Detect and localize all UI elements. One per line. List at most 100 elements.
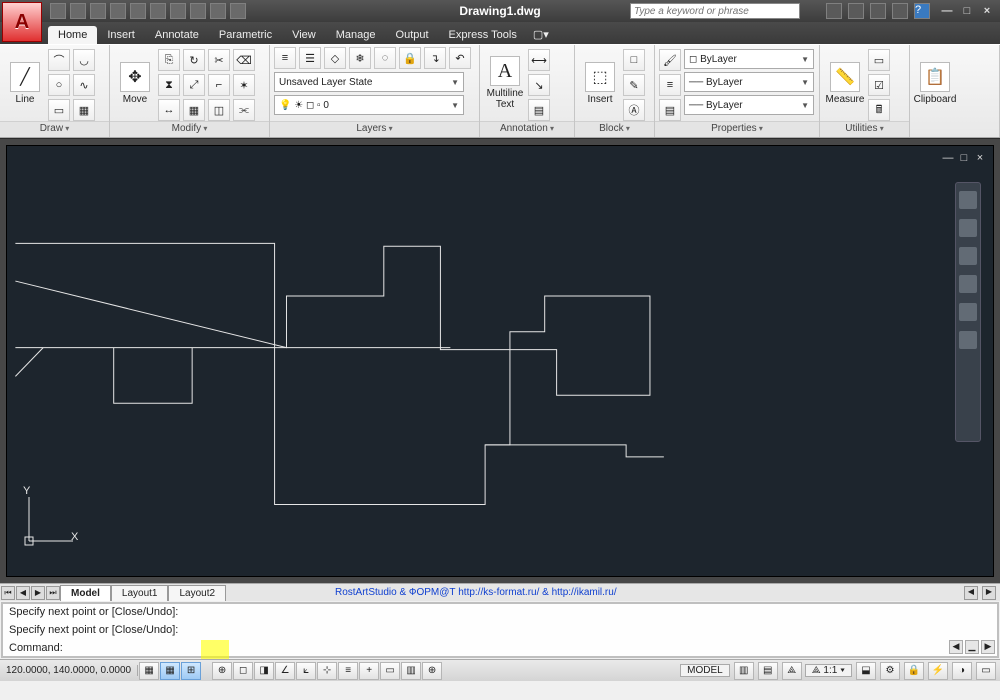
polyline-icon[interactable]: ⌒ (48, 49, 70, 71)
qat-more-icon[interactable] (230, 3, 246, 19)
qat-save-icon[interactable] (90, 3, 106, 19)
sc-toggle[interactable]: ▥ (401, 662, 421, 680)
qat-plot-icon[interactable] (170, 3, 186, 19)
offset-icon[interactable]: ◫ (208, 99, 230, 121)
annovis-icon[interactable]: ⬓ (856, 662, 876, 680)
panel-utilities-title[interactable]: Utilities (820, 121, 909, 137)
cmd-scroll-left-icon[interactable]: ◀ (949, 640, 963, 654)
mirror-icon[interactable]: ⧗ (158, 74, 180, 96)
layer-off-icon[interactable]: ◌ (374, 47, 396, 69)
qat-open-icon[interactable] (70, 3, 86, 19)
exchange-icon[interactable] (870, 3, 886, 19)
insert-button[interactable]: ⬚ Insert (579, 47, 621, 119)
dim-linear-icon[interactable]: ⟷ (528, 49, 550, 71)
tab-view[interactable]: View (282, 26, 326, 44)
prop-palette-icon[interactable]: ▤ (659, 99, 681, 121)
maximize-button[interactable]: □ (958, 5, 976, 17)
list-icon[interactable]: ≡ (659, 74, 681, 96)
search-input[interactable] (630, 3, 800, 19)
create-block-icon[interactable]: □ (623, 49, 645, 71)
match-prop-icon[interactable]: 🖌 (659, 49, 681, 71)
rotate-icon[interactable]: ↻ (183, 49, 205, 71)
color-dropdown[interactable]: ◻ ByLayer▼ (684, 49, 814, 69)
lwt-toggle[interactable]: ≡ (338, 662, 358, 680)
cleanscreen-icon[interactable]: ▭ (976, 662, 996, 680)
layer-match-icon[interactable]: ↴ (424, 47, 446, 69)
subscription-icon[interactable] (848, 3, 864, 19)
circle-icon[interactable]: ○ (48, 74, 70, 96)
panel-layers-title[interactable]: Layers (270, 121, 479, 137)
command-window[interactable]: Specify next point or [Close/Undo]: Spec… (1, 602, 999, 658)
tab-annotate[interactable]: Annotate (145, 26, 209, 44)
tab-parametric[interactable]: Parametric (209, 26, 282, 44)
coordinates-readout[interactable]: 120.0000, 140.0000, 0.0000 (0, 665, 138, 676)
toolbar-lock-icon[interactable]: 🔒 (904, 662, 924, 680)
tab-home[interactable]: Home (48, 26, 97, 44)
panel-annotation-title[interactable]: Annotation (480, 121, 574, 137)
linetype-dropdown[interactable]: ── ByLayer▼ (684, 72, 814, 92)
spline-icon[interactable]: ∿ (73, 74, 95, 96)
mtext-button[interactable]: A Multiline Text (484, 47, 526, 119)
calc-icon[interactable]: 🖩 (868, 99, 890, 121)
layer-state-dropdown[interactable]: Unsaved Layer State▼ (274, 72, 464, 92)
close-button[interactable]: × (978, 5, 996, 17)
qat-print-icon[interactable] (150, 3, 166, 19)
ortho-toggle[interactable]: ⊞ (181, 662, 201, 680)
tab-last-icon[interactable]: ⏭ (46, 586, 60, 600)
cmd-prompt[interactable]: Command: (9, 642, 991, 654)
am-toggle[interactable]: ⊕ (422, 662, 442, 680)
trim-icon[interactable]: ✂ (208, 49, 230, 71)
erase-icon[interactable]: ⌫ (233, 49, 255, 71)
tab-insert[interactable]: Insert (97, 26, 145, 44)
copy-icon[interactable]: ⎘ (158, 49, 180, 71)
panel-block-title[interactable]: Block (575, 121, 654, 137)
layer-current-dropdown[interactable]: 💡 ☀ ◻ ▫ 0▼ (274, 95, 464, 115)
move-button[interactable]: ✥ Move (114, 47, 156, 119)
isolate-icon[interactable]: ◑ (952, 662, 972, 680)
app-menu-button[interactable]: A (2, 2, 42, 42)
tab-first-icon[interactable]: ⏮ (1, 586, 15, 600)
hardware-accel-icon[interactable]: ⚡ (928, 662, 948, 680)
space-indicator[interactable]: MODEL (680, 664, 730, 677)
tab-prev-icon[interactable]: ◀ (16, 586, 30, 600)
tab-extra-icon[interactable]: ▢▾ (527, 25, 555, 44)
watermark-link[interactable]: RostArtStudio & ФОРМ@Т http://ks-format.… (335, 587, 617, 598)
tab-model[interactable]: Model (60, 585, 111, 601)
attr-icon[interactable]: Ⓐ (623, 99, 645, 121)
layer-iso-icon[interactable]: ◇ (324, 47, 346, 69)
qat-new-icon[interactable] (50, 3, 66, 19)
tpy-toggle[interactable]: + (359, 662, 379, 680)
qat-publish-icon[interactable] (190, 3, 206, 19)
clipboard-button[interactable]: 📋 Clipboard (914, 47, 956, 119)
snap-toggle[interactable]: ▦ (139, 662, 159, 680)
otrack-toggle[interactable]: ∠ (275, 662, 295, 680)
fillet-icon[interactable]: ⌐ (208, 74, 230, 96)
scale-icon[interactable]: ⤢ (183, 74, 205, 96)
rect-icon[interactable]: ▭ (48, 99, 70, 121)
polar-toggle[interactable]: ⊕ (212, 662, 232, 680)
edit-block-icon[interactable]: ✎ (623, 74, 645, 96)
layer-lock-icon[interactable]: 🔒 (399, 47, 421, 69)
select-icon[interactable]: ▭ (868, 49, 890, 71)
join-icon[interactable]: ⫘ (233, 99, 255, 121)
ws-switch-icon[interactable]: ⚙ (880, 662, 900, 680)
annotation-scale[interactable]: ⟁ 1:1 ▾ (805, 664, 852, 677)
table-icon[interactable]: ▤ (528, 99, 550, 121)
qselect-icon[interactable]: ☑ (868, 74, 890, 96)
quickview-layouts-icon[interactable]: ▥ (734, 662, 754, 680)
lineweight-dropdown[interactable]: ── ByLayer▼ (684, 95, 814, 115)
panel-properties-title[interactable]: Properties (655, 121, 819, 137)
tab-express[interactable]: Express Tools (439, 26, 527, 44)
layer-prop-icon[interactable]: ≡ (274, 47, 296, 69)
osnap-toggle[interactable]: ◻ (233, 662, 253, 680)
tab-layout1[interactable]: Layout1 (111, 585, 169, 601)
hscroll-left-icon[interactable]: ◀ (964, 586, 978, 600)
quickview-drawings-icon[interactable]: ▤ (758, 662, 778, 680)
array-icon[interactable]: ▦ (183, 99, 205, 121)
explode-icon[interactable]: ✶ (233, 74, 255, 96)
line-button[interactable]: ╱ Line (4, 47, 46, 119)
stretch-icon[interactable]: ↔ (158, 99, 180, 121)
3dosnap-toggle[interactable]: ◨ (254, 662, 274, 680)
tab-next-icon[interactable]: ▶ (31, 586, 45, 600)
arc-icon[interactable]: ◡ (73, 49, 95, 71)
